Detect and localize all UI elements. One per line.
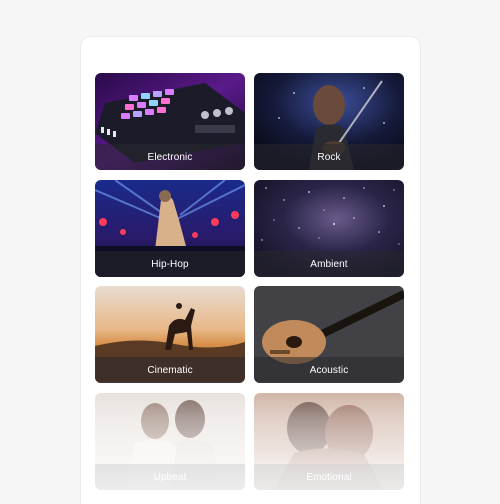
genre-label: Cinematic [95,357,245,383]
genre-tile-emotional[interactable]: Emotional [254,393,404,490]
genre-label: Rock [254,144,404,170]
genre-label: Electronic [95,144,245,170]
genre-tile-rock[interactable]: Rock [254,73,404,170]
genre-label: Upbeat [95,464,245,490]
genre-tile-electronic[interactable]: Electronic [95,73,245,170]
genre-tile-upbeat[interactable]: Upbeat [95,393,245,490]
genre-tile-acoustic[interactable]: Acoustic [254,286,404,383]
genre-tile-ambient[interactable]: Ambient [254,180,404,277]
genre-label: Emotional [254,464,404,490]
genre-label: Hip-Hop [95,251,245,277]
genre-label: Acoustic [254,357,404,383]
genre-label: Ambient [254,251,404,277]
genre-tile-cinematic[interactable]: Cinematic [95,286,245,383]
genre-tile-hip-hop[interactable]: Hip-Hop [95,180,245,277]
